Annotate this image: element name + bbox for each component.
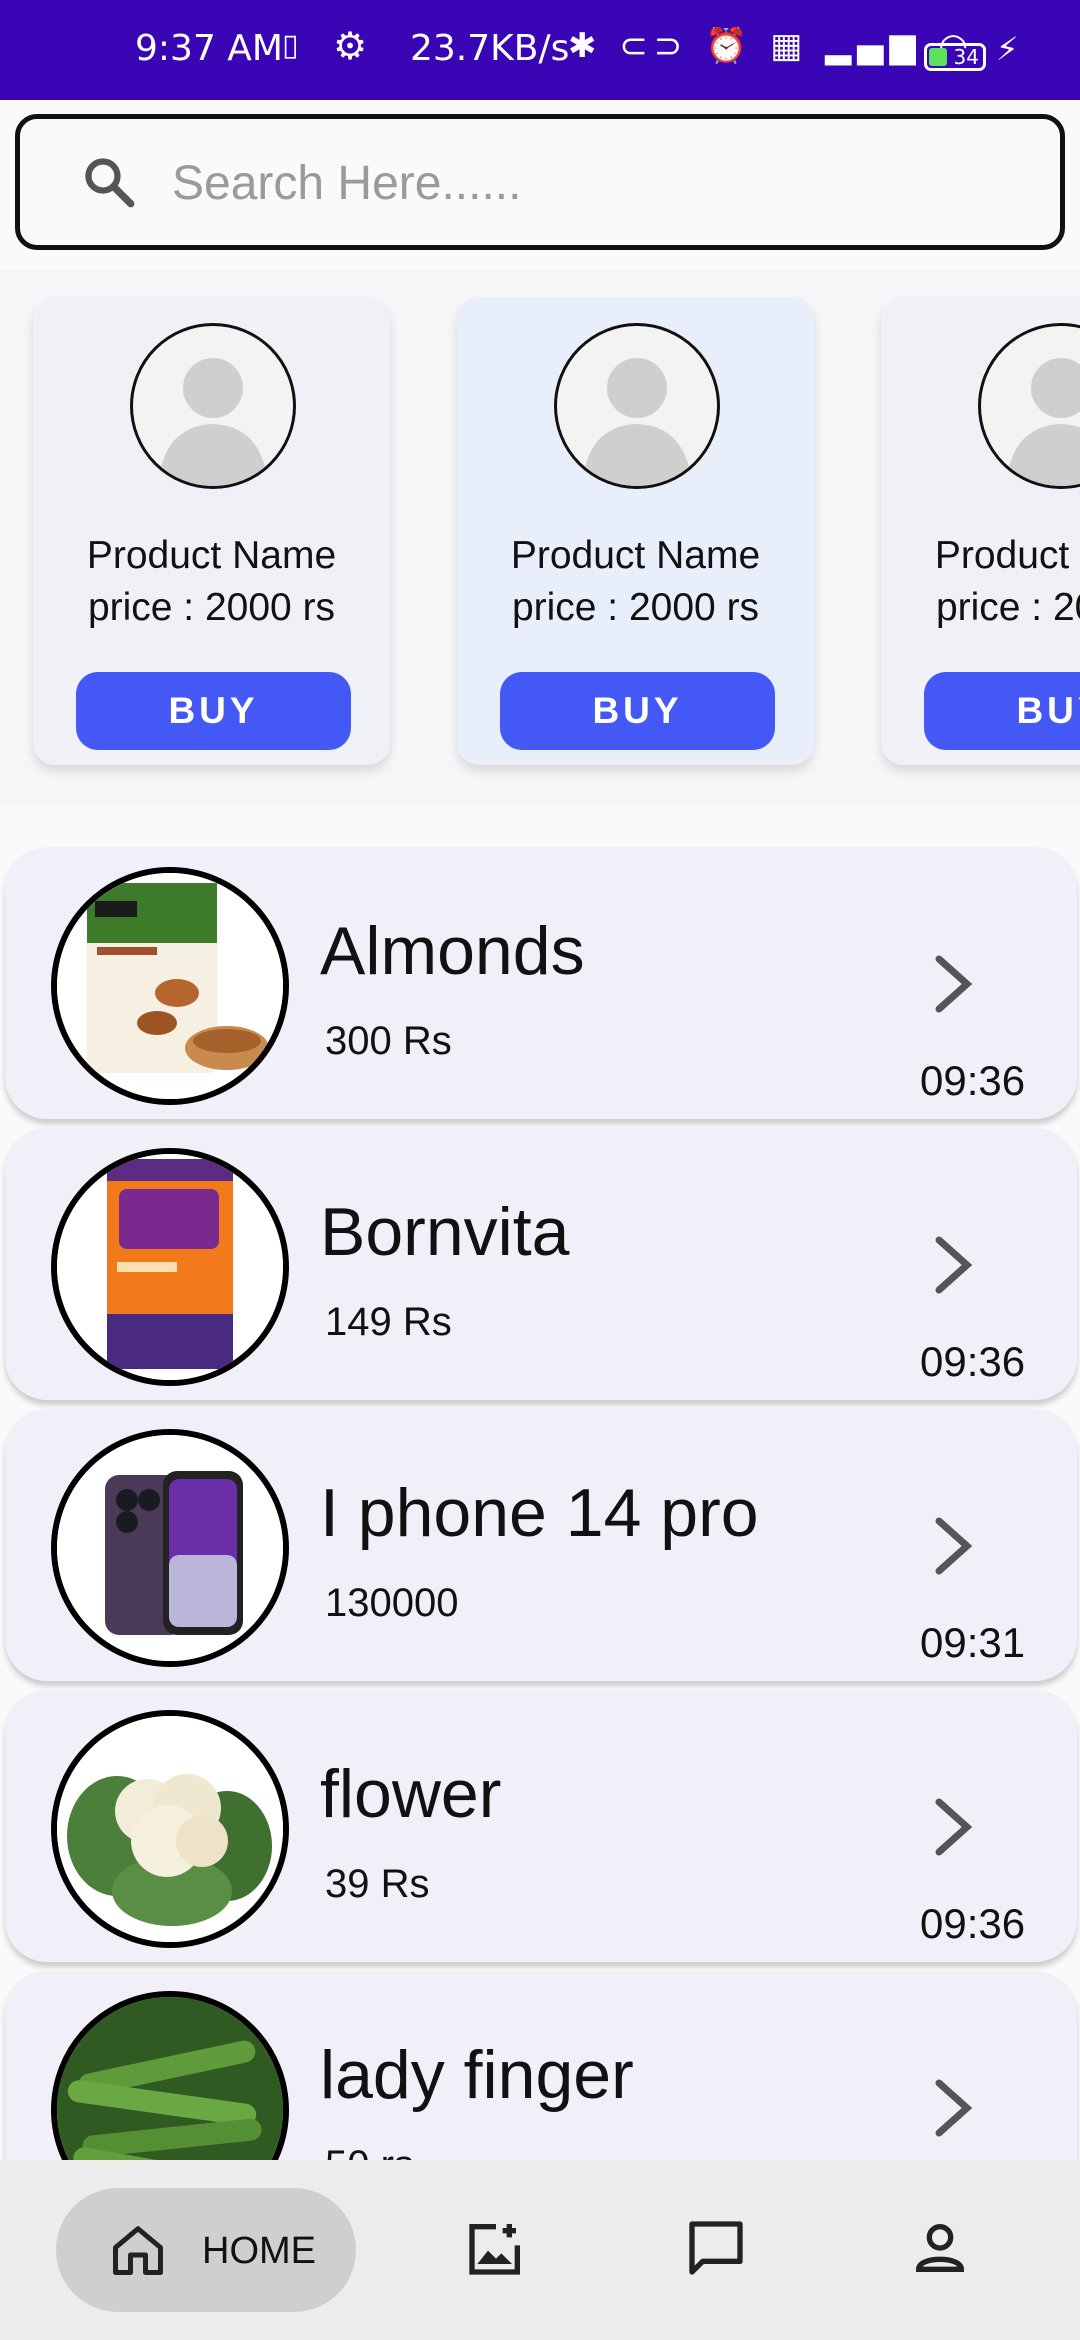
product-name: Product Name <box>86 534 337 577</box>
buy-button[interactable]: BUY <box>500 672 775 750</box>
chevron-right-icon[interactable] <box>925 1782 985 1872</box>
status-time: 9:37 AM <box>135 28 283 69</box>
product-thumbnail <box>51 867 289 1105</box>
item-time: 09:36 <box>920 1057 1026 1104</box>
gear-icon: ⚙ <box>333 24 368 68</box>
item-time: 09:31 <box>920 1619 1026 1666</box>
status-bar: 9:37 AM ▯ ⚙ 23.7KB/s ✱ ⊂⊃ ⏰ ▦ ▂▄▆ ◠ 34 ⚡ <box>0 0 1080 100</box>
chevron-right-icon[interactable] <box>925 2063 985 2153</box>
product-thumbnail <box>51 1710 289 1948</box>
item-price: 149 Rs <box>325 1300 452 1344</box>
search-bar[interactable] <box>15 114 1065 250</box>
add-photo-icon[interactable] <box>464 2216 528 2280</box>
avatar-placeholder-icon <box>554 323 720 489</box>
product-price: price : 2000 rs <box>87 586 336 629</box>
buy-button[interactable]: BUY <box>924 672 1080 750</box>
item-title: lady finger <box>320 2037 634 2113</box>
product-thumbnail <box>51 1148 289 1386</box>
item-time: 09:36 <box>920 1338 1026 1385</box>
featured-card[interactable]: Product Name price : 2000 rs BUY <box>457 297 814 765</box>
search-icon <box>85 158 135 208</box>
battery-icon: 34 <box>924 43 986 71</box>
product-price: price : 2000 rs <box>511 586 760 629</box>
chevron-right-icon[interactable] <box>925 939 985 1029</box>
buy-button[interactable]: BUY <box>76 672 351 750</box>
item-title: Almonds <box>320 913 585 989</box>
product-name: Product Name <box>934 534 1080 577</box>
avatar-placeholder-icon <box>130 323 296 489</box>
item-price: 300 Rs <box>325 1019 452 1063</box>
status-icons: ✱ ⊂⊃ ⏰ ▦ ▂▄▆ ◠ <box>568 26 975 66</box>
sim-icon: ▯ <box>282 28 299 63</box>
featured-carousel[interactable]: Product Name price : 2000 rs BUY Product… <box>0 270 1080 805</box>
product-name: Product Name <box>510 534 761 577</box>
item-time: 09:36 <box>920 1900 1026 1947</box>
profile-icon[interactable] <box>908 2216 972 2280</box>
item-title: flower <box>320 1756 502 1832</box>
nav-home-button[interactable]: HOME <box>56 2188 356 2312</box>
network-speed: 23.7KB/s <box>410 28 570 69</box>
item-title: Bornvita <box>320 1194 570 1270</box>
featured-card[interactable]: Product Name price : 2000 rs BUY <box>881 297 1080 765</box>
bottom-navigation: HOME <box>0 2160 1080 2340</box>
chevron-right-icon[interactable] <box>925 1220 985 1310</box>
avatar-placeholder-icon <box>978 323 1080 489</box>
featured-card[interactable]: Product Name price : 2000 rs BUY <box>33 297 390 765</box>
item-price: 39 Rs <box>325 1862 430 1906</box>
nav-home-label: HOME <box>202 2230 316 2272</box>
item-title: I phone 14 pro <box>320 1475 759 1551</box>
search-input[interactable] <box>170 147 994 219</box>
list-item[interactable]: Bornvita 149 Rs 09:36 <box>5 1128 1077 1400</box>
battery-level: 34 <box>953 45 979 69</box>
item-price: 130000 <box>325 1581 459 1625</box>
charging-icon: ⚡ <box>996 30 1019 68</box>
product-price: price : 2000 rs <box>935 586 1080 629</box>
list-item[interactable]: Almonds 300 Rs 09:36 <box>5 847 1077 1119</box>
list-item[interactable]: I phone 14 pro 130000 09:31 <box>5 1409 1077 1681</box>
list-item[interactable]: flower 39 Rs 09:36 <box>5 1690 1077 1962</box>
home-icon <box>113 2226 163 2275</box>
chevron-right-icon[interactable] <box>925 1501 985 1591</box>
product-thumbnail <box>51 1429 289 1667</box>
chat-icon[interactable] <box>684 2216 748 2280</box>
